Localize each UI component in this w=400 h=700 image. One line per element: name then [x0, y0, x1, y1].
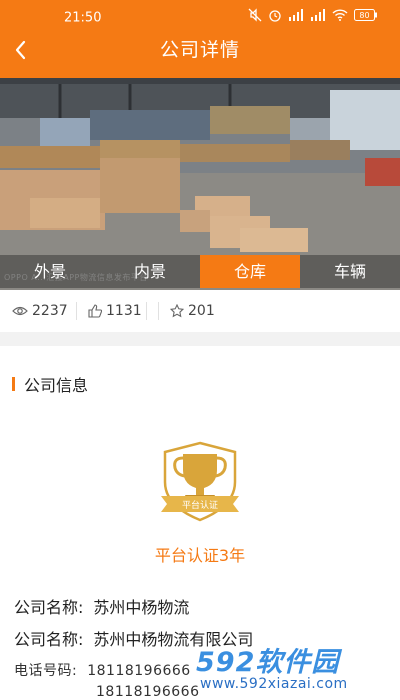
- site-watermark-name: 592软件园: [196, 647, 340, 678]
- tab-warehouse[interactable]: 仓库: [200, 255, 300, 288]
- company-name-row: 公司名称: 苏州中杨物流: [14, 594, 189, 618]
- favorites-stat[interactable]: 201: [170, 290, 215, 332]
- section-gap: [0, 332, 400, 346]
- site-watermark-logo: 592软件园 www.592xiazai.com: [196, 640, 400, 700]
- battery-level: 80: [359, 11, 369, 20]
- status-icons: 80: [248, 8, 378, 22]
- signal-1-icon: [289, 9, 303, 21]
- tab-interior[interactable]: 内景: [100, 255, 200, 288]
- thumbs-up-icon: [88, 304, 102, 318]
- favorites-count: 201: [188, 303, 215, 319]
- status-time: 21:50: [64, 10, 102, 26]
- phone-number-1[interactable]: 18118196666: [87, 663, 190, 679]
- star-icon: [170, 304, 184, 318]
- divider: [158, 302, 159, 320]
- phone-row: 电话号码: 18118196666: [14, 660, 191, 680]
- signal-2-icon: [311, 9, 325, 21]
- section-title: 公司信息: [24, 376, 89, 395]
- tab-vehicles[interactable]: 车辆: [300, 255, 400, 288]
- mute-icon: [248, 8, 262, 22]
- app-header: 21:50 80 公司详情: [0, 0, 400, 78]
- company-fullname-label: 公司名称:: [14, 630, 84, 649]
- divider: [146, 302, 147, 320]
- views-count: 2237: [32, 303, 68, 319]
- alarm-icon: [269, 10, 281, 22]
- tab-exterior[interactable]: 外景: [0, 255, 100, 288]
- phone-row-2: 18118196666: [96, 684, 199, 700]
- views-stat: 2237: [12, 290, 68, 332]
- likes-count: 1131: [106, 303, 142, 319]
- badge-text: 平台认证: [182, 499, 218, 511]
- wifi-icon: [332, 9, 348, 21]
- company-name-value: 苏州中杨物流: [93, 598, 190, 617]
- eye-icon: [12, 306, 28, 316]
- status-bar: 21:50 80: [0, 0, 400, 26]
- stats-bar: 2237 1131 201: [0, 290, 400, 332]
- trophy-badge-icon: 平台认证: [161, 441, 239, 522]
- photo-tabs: 外景 内景 仓库 车辆: [0, 255, 400, 288]
- certification-years: 平台认证3年: [154, 546, 246, 565]
- likes-stat[interactable]: 1131: [88, 290, 142, 332]
- divider: [76, 302, 77, 320]
- phone-number-2[interactable]: 18118196666: [96, 684, 199, 700]
- battery-icon: 80: [354, 9, 377, 21]
- certification-badge: 平台认证: [155, 440, 245, 522]
- section-accent: [12, 377, 15, 391]
- page-title: 公司详情: [159, 39, 240, 61]
- company-name-label: 公司名称:: [14, 598, 84, 617]
- nav-bar: 公司详情: [0, 30, 400, 70]
- phone-label: 电话号码:: [14, 663, 78, 679]
- site-watermark-url: www.592xiazai.com: [200, 676, 348, 692]
